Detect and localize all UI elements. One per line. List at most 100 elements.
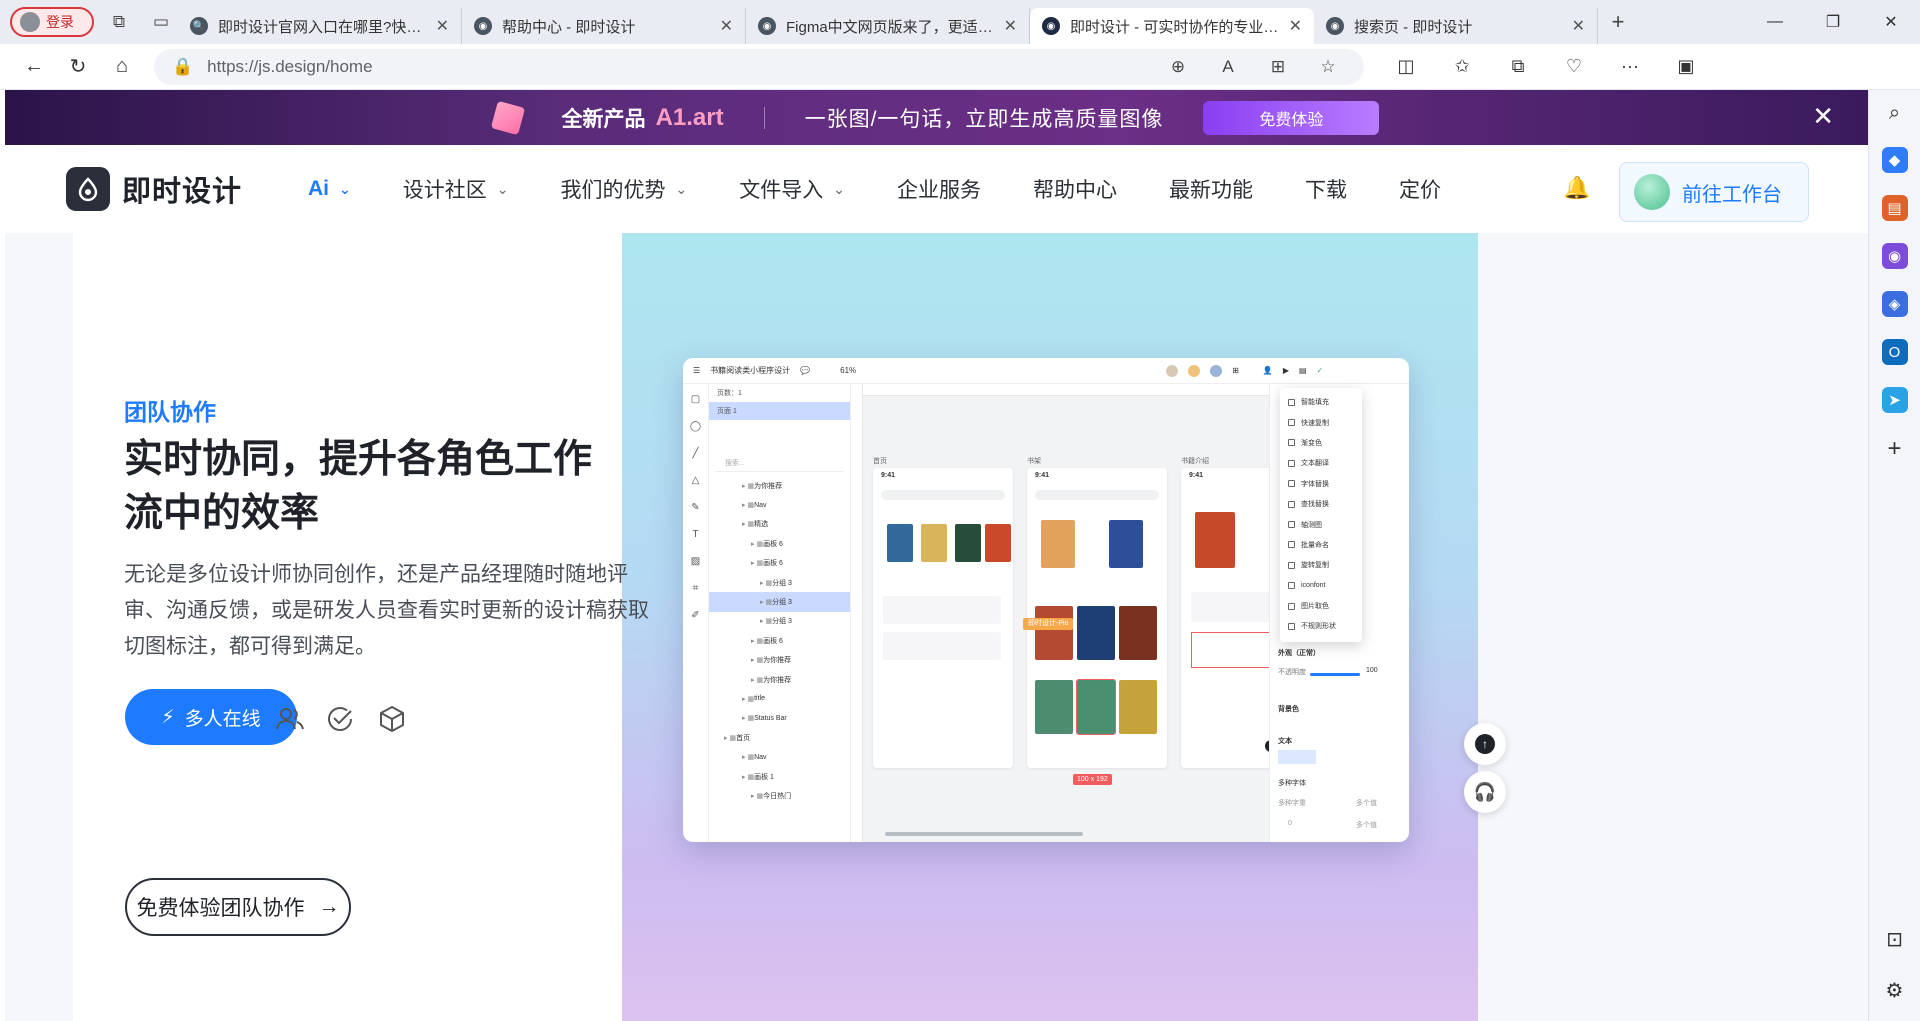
- add-icon[interactable]: +: [1887, 435, 1901, 463]
- layer-row: ▸ ▦ 为你推荐: [709, 651, 850, 670]
- outlook-icon[interactable]: O: [1881, 339, 1908, 365]
- brand-logo[interactable]: 即时设计: [66, 167, 242, 211]
- frame-label: 首页: [873, 458, 887, 465]
- nav-item-community[interactable]: 设计社区 ⌄: [403, 174, 509, 204]
- plugin-menu-item: 图片取色: [1280, 596, 1362, 616]
- nav-item-new-features[interactable]: 最新功能: [1169, 174, 1253, 204]
- browser-tab[interactable]: ◉ 帮助中心 - 即时设计 ✕: [462, 8, 746, 44]
- url-text[interactable]: https://js.design/home: [207, 57, 1146, 77]
- tab-close-icon[interactable]: ✕: [436, 16, 449, 36]
- layer-label: 为你推荐: [763, 676, 792, 684]
- favorites-icon[interactable]: ✩: [1434, 56, 1490, 77]
- chevron-down-icon: ⌄: [675, 180, 688, 197]
- zoom-icon[interactable]: ⊕: [1160, 57, 1196, 77]
- nav-item-help[interactable]: 帮助中心: [1033, 174, 1117, 204]
- settings-gear-icon[interactable]: ⚙: [1886, 978, 1904, 1003]
- home-icon[interactable]: ⌂: [100, 47, 144, 87]
- layer-frame-icon: ▸ ▦: [751, 637, 764, 645]
- favorite-star-icon[interactable]: ☆: [1310, 57, 1346, 77]
- free-trial-button[interactable]: 免费体验: [1203, 100, 1380, 135]
- tab-close-icon[interactable]: ✕: [1572, 16, 1585, 36]
- plugin-item-label: 快速复制: [1301, 419, 1329, 427]
- nav-item-enterprise[interactable]: 企业服务: [897, 174, 981, 204]
- collections-icon[interactable]: ⧉: [1490, 56, 1546, 77]
- check-circle-icon[interactable]: [323, 702, 357, 736]
- browser-tab[interactable]: ◉ 搜索页 - 即时设计 ✕: [1314, 8, 1598, 44]
- browser-essentials-icon[interactable]: ♡: [1546, 56, 1602, 77]
- read-aloud-icon[interactable]: A: [1210, 57, 1246, 77]
- frame-tool-icon: ▢: [690, 394, 701, 405]
- free-team-collab-button[interactable]: 免费体验团队协作 →: [125, 878, 351, 936]
- status-time: 9:41: [1035, 472, 1050, 479]
- customer-service-button[interactable]: 🎧: [1464, 771, 1506, 813]
- pages-header: 页数：1: [717, 390, 742, 397]
- layer-label: 画板 6: [763, 637, 783, 645]
- new-tab-icon[interactable]: +: [1598, 9, 1638, 35]
- plugin-item-label: 智能填充: [1301, 399, 1329, 407]
- layer-label: 画板 6: [763, 540, 783, 548]
- screenshot-icon[interactable]: ⊡: [1886, 927, 1903, 952]
- close-window-icon[interactable]: ✕: [1862, 0, 1920, 44]
- appearance-label: 外观（正常）: [1278, 650, 1320, 657]
- frame-home: 首页 9:41: [873, 458, 1013, 768]
- cube-icon[interactable]: [375, 702, 409, 736]
- shopping-tag-icon[interactable]: ◆: [1881, 147, 1908, 173]
- tab-close-icon[interactable]: ✕: [1004, 16, 1017, 36]
- search-icon[interactable]: ⌕: [1889, 102, 1900, 125]
- nav-item-pricing[interactable]: 定价: [1399, 174, 1441, 204]
- close-banner-icon[interactable]: ✕: [1812, 102, 1834, 130]
- lock-icon[interactable]: 🔒: [172, 57, 193, 77]
- browser-tab[interactable]: ◉ Figma中文网页版来了，更适合国人 ✕: [746, 8, 1030, 44]
- browser-tab-active[interactable]: ◉ 即时设计 - 可实时协作的专业 UI ✕: [1030, 8, 1314, 44]
- layer-frame-icon: ▸ ▦: [742, 754, 755, 762]
- tab-title: 即时设计 - 可实时协作的专业 UI: [1070, 18, 1279, 36]
- minimize-icon[interactable]: —: [1746, 0, 1804, 44]
- back-icon[interactable]: ←: [12, 47, 56, 87]
- plugin-item-icon: [1288, 459, 1295, 467]
- frame-label: 书架: [1027, 458, 1041, 465]
- layer-row: ▸ ▦ 分组 3: [709, 612, 850, 631]
- promo-banner[interactable]: 全新产品 A1.art 一张图/一句话，立即生成高质量图像 免费体验 ✕: [5, 90, 1868, 145]
- refresh-icon[interactable]: ↻: [56, 47, 100, 87]
- browser-tab[interactable]: 🔍 即时设计官网入口在哪里?快来看看 ✕: [178, 8, 462, 44]
- restore-icon[interactable]: ❐: [1804, 0, 1862, 44]
- plugin-item-icon: [1288, 582, 1295, 590]
- brand-name: 即时设计: [122, 176, 243, 208]
- split-screen-icon[interactable]: ◫: [1378, 56, 1434, 77]
- sidebar-toggle-icon[interactable]: ▣: [1658, 56, 1714, 77]
- plugin-item-label: 不规则形状: [1301, 623, 1336, 631]
- tab-title: 帮助中心 - 即时设计: [502, 18, 636, 36]
- tab-close-icon[interactable]: ✕: [1289, 16, 1302, 36]
- vertical-ruler: [851, 384, 863, 842]
- menu-icon: ☰: [693, 366, 701, 375]
- hero-headline: 实时协同，提升各角色工作流中的效率: [124, 438, 593, 535]
- plugin-menu-item: 轴测图: [1280, 514, 1362, 534]
- nav-item-download[interactable]: 下载: [1305, 174, 1347, 204]
- address-bar[interactable]: 🔒 https://js.design/home ⊕ A ⊞ ☆: [154, 48, 1364, 85]
- workspaces-icon[interactable]: ⧉: [102, 5, 136, 39]
- sync-check-icon: ✓: [1316, 366, 1324, 375]
- app-available-icon[interactable]: ⊞: [1260, 57, 1296, 77]
- vertical-tabs-icon[interactable]: ▭: [144, 5, 178, 39]
- more-icon[interactable]: ···: [1602, 56, 1658, 77]
- profile-button[interactable]: 登录: [10, 7, 94, 37]
- notification-bell-icon[interactable]: 🔔: [1563, 175, 1590, 201]
- layer-frame-icon: ▸ ▦: [751, 560, 764, 568]
- layer-frame-icon: ▸ ▦: [751, 657, 764, 665]
- nav-item-advantages[interactable]: 我们的优势 ⌄: [560, 174, 687, 204]
- nav-item-ai[interactable]: Ai ⌄: [308, 177, 351, 201]
- multi-online-button[interactable]: ⚡ 多人在线: [125, 689, 297, 745]
- go-to-workspace-button[interactable]: 前往工作台: [1619, 162, 1809, 222]
- microsoft-365-icon[interactable]: ◈: [1881, 291, 1908, 317]
- font-weight: 多种字重: [1278, 800, 1306, 807]
- edge-sidebar: ⌕ ◆ ▤ ◉ ◈ O ➤ + ⊡ ⚙: [1868, 90, 1920, 1021]
- games-icon[interactable]: ◉: [1881, 243, 1908, 269]
- users-icon[interactable]: [273, 702, 307, 736]
- tools-icon[interactable]: ▤: [1881, 195, 1908, 221]
- editor-file-name: 书籍阅读类小程序设计: [710, 366, 791, 375]
- back-to-top-button[interactable]: ↑: [1464, 723, 1506, 765]
- send-icon[interactable]: ➤: [1881, 387, 1908, 413]
- layer-label: Status Bar: [754, 714, 787, 722]
- tab-close-icon[interactable]: ✕: [720, 16, 733, 36]
- nav-item-import[interactable]: 文件导入 ⌄: [739, 174, 845, 204]
